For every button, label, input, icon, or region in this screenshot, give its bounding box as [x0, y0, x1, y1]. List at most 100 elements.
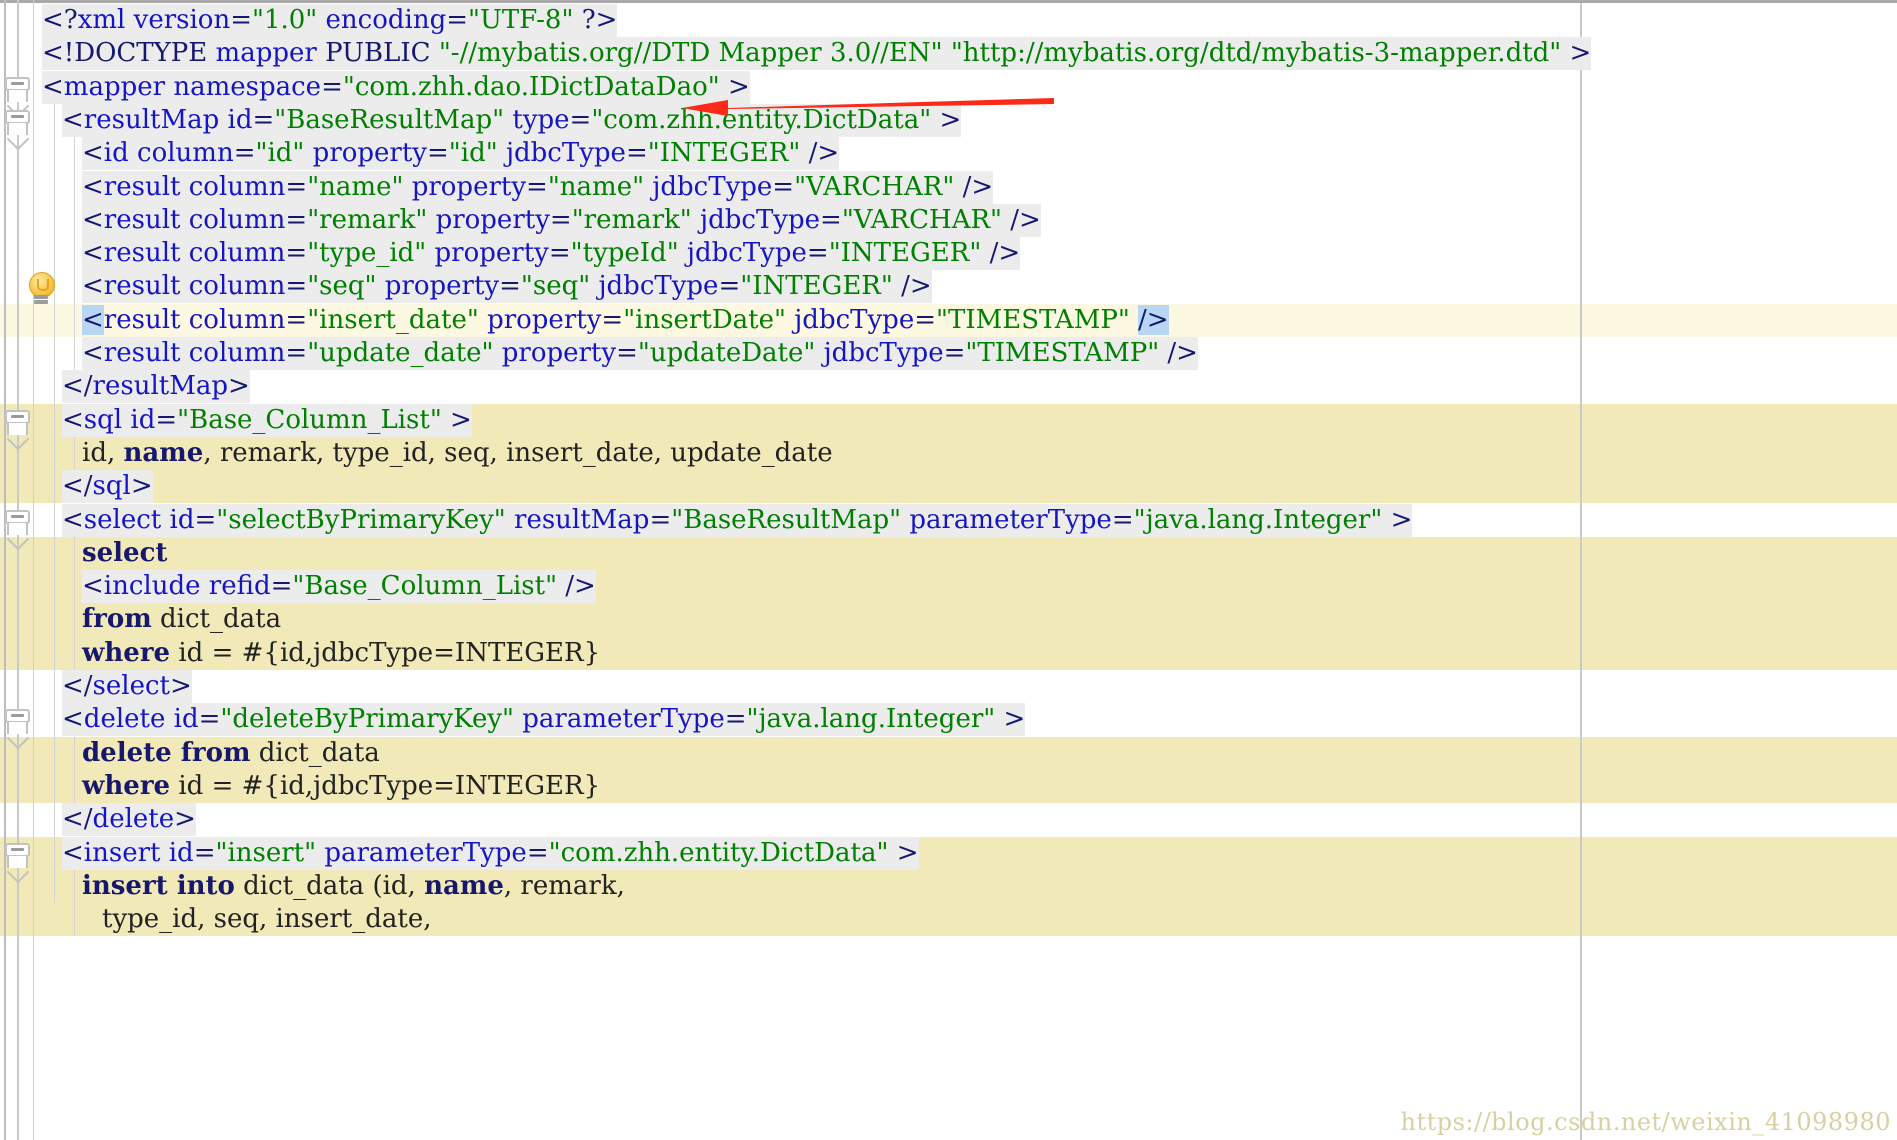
code-token: resultMap — [83, 104, 220, 135]
code-line[interactable]: <result column="insert_date" property="i… — [0, 304, 1897, 337]
code-token: = — [233, 138, 256, 169]
code-token: > — [939, 104, 962, 135]
code-token: property — [435, 204, 550, 235]
code-line[interactable]: <!DOCTYPE mapper PUBLIC "-//mybatis.org/… — [0, 37, 1897, 71]
code-token: column — [188, 204, 286, 235]
code-token: name — [123, 437, 204, 468]
code-token: select — [92, 671, 170, 701]
code-token: id — [169, 504, 195, 535]
code-token: resultMap — [514, 504, 650, 535]
lightbulb-icon[interactable] — [26, 272, 56, 306]
code-line[interactable]: <include refid="Base_Column_List" /> — [0, 570, 1897, 604]
code-token: < — [82, 204, 104, 235]
code-line[interactable]: <id column="id" property="id" jdbcType="… — [0, 137, 1897, 171]
code-token: = — [724, 704, 747, 735]
code-token: < — [62, 837, 84, 868]
code-line[interactable]: delete from dict_data — [0, 737, 1897, 770]
code-line[interactable]: <?xml version="1.0" encoding="UTF-8" ?> — [0, 4, 1897, 37]
code-line[interactable]: select — [0, 537, 1897, 570]
code-token: < — [82, 138, 104, 169]
code-token: property — [411, 171, 527, 202]
code-line[interactable]: <result column="update_date" property="u… — [0, 337, 1897, 370]
code-line[interactable]: <result column="type_id" property="typeI… — [0, 237, 1897, 271]
code-token: include — [103, 571, 201, 602]
code-line[interactable]: <result column="remark" property="remark… — [0, 203, 1897, 237]
code-token: where — [82, 637, 171, 668]
code-line[interactable]: <resultMap id="BaseResultMap" type="com.… — [0, 103, 1897, 137]
code-token: = — [270, 571, 293, 602]
code-token: name — [424, 870, 504, 901]
code-token: , remark, — [503, 870, 625, 901]
code-token: column — [188, 338, 286, 368]
code-line[interactable]: insert into dict_data (id, name, remark, — [0, 870, 1897, 903]
code-token: delete from — [82, 737, 251, 768]
code-token: select — [83, 504, 162, 535]
code-token: = — [285, 338, 308, 368]
code-line[interactable]: <delete id = "deleteByPrimaryKey" paramete… — [0, 703, 1897, 737]
code-line[interactable]: where id = #{id,jdbcType=INTEGER} — [0, 637, 1897, 670]
code-line[interactable]: </resultMap> — [0, 370, 1897, 404]
lightbulb-filament — [37, 279, 49, 292]
code-token: id, — [82, 437, 124, 468]
code-line[interactable]: where id = #{id,jdbcType=INTEGER} — [0, 770, 1897, 803]
code-line[interactable]: <insert id="insert" parameterType="com.z… — [0, 836, 1897, 870]
code-token: parameterType — [522, 704, 725, 735]
code-token: jdbcType — [823, 338, 944, 368]
code-token: id — [103, 138, 129, 169]
code-line[interactable]: id, name, remark, type_id, seq, insert_d… — [0, 437, 1897, 470]
xml-code-editor[interactable]: <?xml version="1.0" encoding="UTF-8" ?> <… — [0, 0, 1897, 1140]
code-token: < — [62, 704, 84, 735]
code-line[interactable]: <select id="selectByPrimaryKey" resultMa… — [0, 503, 1897, 537]
code-token: delete — [83, 704, 166, 735]
code-token: column — [188, 271, 286, 302]
code-token: = — [499, 271, 521, 302]
code-token: <? — [42, 5, 78, 35]
code-line[interactable]: from dict_data — [0, 603, 1897, 636]
code-token: < — [62, 404, 84, 435]
code-token: "deleteByPrimaryKey" — [220, 704, 514, 735]
code-token: jdbcType — [505, 138, 626, 169]
code-token: > — [896, 837, 919, 868]
code-token: encoding — [325, 5, 447, 35]
code-line[interactable]: <sql id="Base_Column_List" > — [0, 403, 1897, 437]
code-token: id — [168, 837, 194, 868]
code-token: = — [820, 204, 842, 235]
code-token: , remark, type_id, seq, insert_date, upd… — [203, 437, 833, 468]
code-line[interactable]: </sql> — [0, 470, 1897, 504]
code-token: insert — [83, 837, 161, 868]
code-text-area[interactable]: <?xml version="1.0" encoding="UTF-8" ?> <… — [0, 0, 1897, 1140]
code-line[interactable]: </delete> — [0, 803, 1897, 837]
code-token: </ — [62, 371, 93, 402]
code-token: id = #{id,jdbcType=INTEGER} — [170, 637, 601, 668]
code-token: version — [133, 5, 231, 35]
code-token: property — [384, 271, 500, 302]
code-line[interactable]: type_id, seq, insert_date, — [0, 903, 1897, 936]
code-token: "http://mybatis.org/dtd/mybatis-3-mapper… — [950, 38, 1562, 69]
code-token: > — [727, 71, 750, 102]
code-token: property — [487, 304, 602, 335]
code-token: /> — [1167, 338, 1198, 368]
code-line[interactable]: <mapper namespace="com.zhh.dao.IDictData… — [0, 70, 1897, 104]
code-line[interactable]: <result column="seq" property="seq" jdbc… — [0, 270, 1897, 304]
code-token: result — [103, 271, 181, 302]
code-line[interactable]: </select> — [0, 670, 1897, 703]
code-token: id — [173, 704, 199, 735]
code-token: > — [450, 404, 472, 435]
code-token: = — [601, 304, 624, 335]
code-token: < — [62, 504, 84, 535]
code-token: < — [62, 104, 84, 135]
code-token: = — [806, 238, 829, 269]
code-token: result — [103, 238, 181, 269]
code-token: jdbcType — [794, 304, 915, 335]
code-token: "INTEGER" — [647, 138, 801, 169]
code-line[interactable]: <result column="name" property="name" jd… — [0, 170, 1897, 204]
